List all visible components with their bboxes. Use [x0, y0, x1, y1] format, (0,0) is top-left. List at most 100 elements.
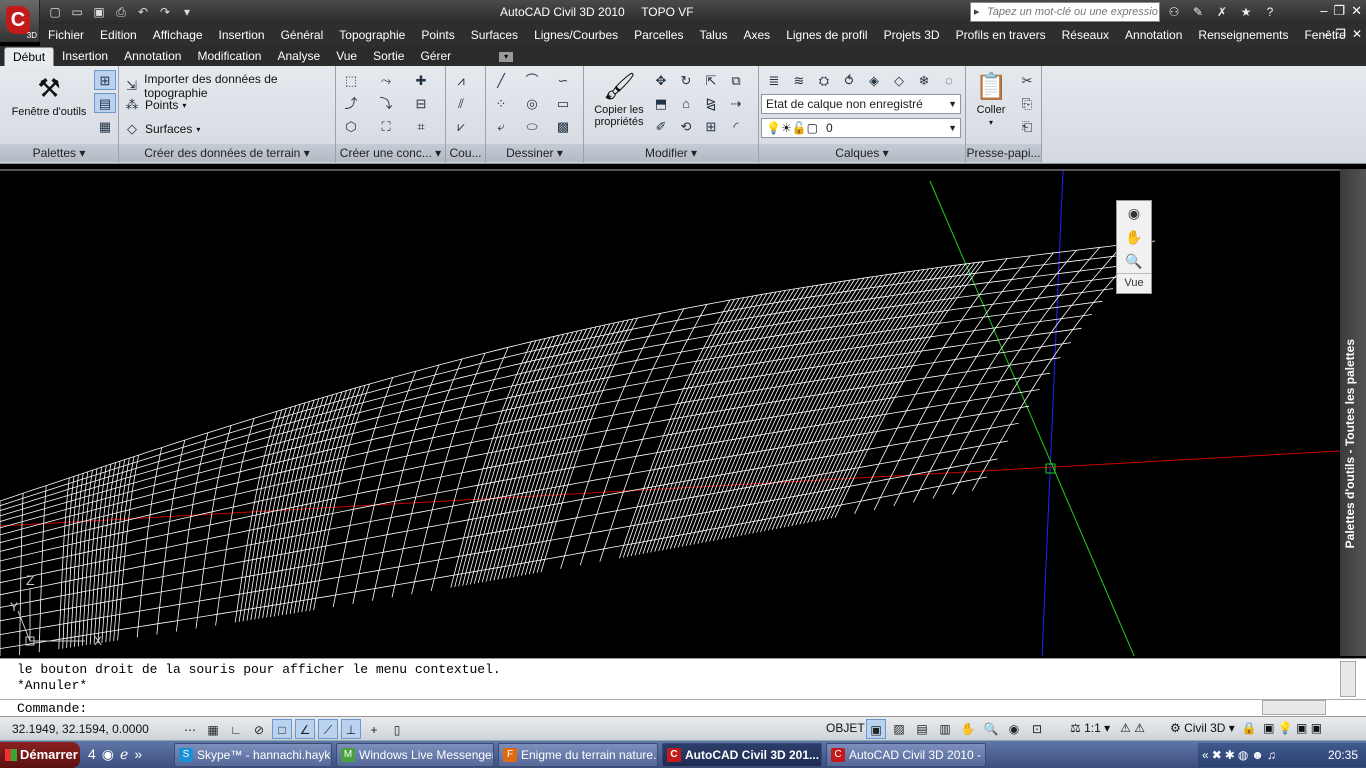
taskbar-item[interactable]: S Skype™ - hannachi.haykel — [174, 743, 332, 767]
fillet-icon[interactable]: ◜ — [725, 116, 747, 136]
panel-title-clipboard[interactable]: Presse-papi... — [966, 144, 1041, 162]
intersection-icon[interactable]: ✚ — [410, 70, 432, 90]
menu-item-parcelles[interactable]: Parcelles — [626, 28, 691, 42]
command-scrollbar[interactable] — [1340, 661, 1356, 697]
communication-center-icon[interactable]: ✎ — [1188, 3, 1208, 21]
layer-state-dropdown[interactable]: Etat de calque non enregistré ▼ — [761, 94, 961, 114]
menu-item-points[interactable]: Points — [413, 28, 462, 42]
command-hscrollbar[interactable] — [1262, 700, 1326, 715]
steering-wheel-icon[interactable]: ◉ — [1117, 201, 1151, 225]
panel-title-ground-data[interactable]: Créer des données de terrain ▾ — [119, 144, 335, 162]
tray-messenger-icon[interactable]: ☻ — [1251, 743, 1264, 767]
profile-view-icon[interactable]: ⩘ — [450, 70, 472, 90]
tray-app-icon[interactable]: ✱ — [1225, 743, 1235, 767]
taskbar-item[interactable]: F Enigme du terrain nature... — [498, 743, 658, 767]
zoom-icon[interactable]: 🔍 — [1117, 249, 1151, 273]
points-button[interactable]: ⁂ Points ▾ — [123, 96, 187, 114]
ribbon-minimize-icon[interactable]: ▾ — [499, 52, 514, 62]
rotate-icon[interactable]: ↻ — [675, 70, 697, 90]
start-button[interactable]: Démarrer — [0, 742, 80, 768]
polar-icon[interactable]: ⊘ — [249, 719, 269, 739]
panel-title-modify[interactable]: Modifier ▾ — [584, 144, 758, 162]
subscription-icon[interactable]: ✗ — [1212, 3, 1232, 21]
menu-item-affichage[interactable]: Affichage — [145, 28, 211, 42]
menu-item-annotation[interactable]: Annotation — [1117, 28, 1190, 42]
layer-isolate-icon[interactable]: ◈ — [863, 70, 885, 90]
otrack-icon[interactable]: ⟋ — [318, 719, 338, 739]
pan-status-icon[interactable]: ✋ — [958, 719, 978, 739]
help-search-input[interactable]: ▸ Tapez un mot-clé ou une expressio — [970, 2, 1160, 22]
taskbar-item[interactable]: M Windows Live Messenger — [336, 743, 494, 767]
polyline-icon[interactable]: ⌒ — [521, 70, 543, 90]
ducs-icon[interactable]: ⊥ — [341, 719, 361, 739]
move-icon[interactable]: ✥ — [650, 70, 672, 90]
favorites-star-icon[interactable]: ★ — [1236, 3, 1256, 21]
print-icon[interactable]: ⎙ — [112, 3, 130, 21]
layer-properties-icon[interactable]: ▦ — [94, 116, 116, 136]
snap-icon[interactable]: ⋯ — [180, 719, 200, 739]
menu-item-talus[interactable]: Talus — [691, 28, 735, 42]
properties-icon[interactable]: ▤ — [94, 93, 116, 113]
layer-freeze-icon[interactable]: ❄ — [913, 70, 935, 90]
zoom-status-icon[interactable]: 🔍 — [981, 719, 1001, 739]
line-icon[interactable]: ╱ — [490, 70, 512, 90]
current-layer-dropdown[interactable]: 💡☀🔓▢ 0 ▼ — [761, 118, 961, 138]
hatch-icon[interactable]: ▩ — [552, 116, 574, 136]
model-icon[interactable]: ▣ — [866, 719, 886, 739]
copy-icon[interactable]: ⧉ — [725, 70, 747, 90]
paste-button[interactable]: 📋 Coller ▾ — [968, 70, 1014, 128]
ortho-icon[interactable]: ∟ — [226, 719, 246, 739]
more-chevron-icon[interactable]: » — [134, 746, 142, 763]
dropdown-icon[interactable]: ▾ — [178, 3, 196, 21]
spline-icon[interactable]: ⤶ — [490, 116, 512, 136]
menu-item-lignes-de-profil[interactable]: Lignes de profil — [778, 28, 875, 42]
menu-item-profils-en-travers[interactable]: Profils en travers — [948, 28, 1054, 42]
surfaces-button[interactable]: ◇ Surfaces ▾ — [123, 120, 200, 138]
doc-close-icon[interactable]: ✕ — [1352, 27, 1362, 41]
menu-item-g-n-ral[interactable]: Général — [273, 28, 332, 42]
redo-icon[interactable]: ↷ — [156, 3, 174, 21]
layer-properties-icon[interactable]: ≣ — [763, 70, 785, 90]
menu-item-r-seaux[interactable]: Réseaux — [1054, 28, 1117, 42]
new-icon[interactable]: ▢ — [46, 3, 64, 21]
tray-expand-icon[interactable]: « — [1202, 743, 1209, 767]
section-icon[interactable]: ⌗ — [410, 116, 432, 136]
save-icon[interactable]: ▣ — [90, 3, 108, 21]
model-space-label[interactable]: OBJET — [826, 721, 865, 735]
copy-properties-button[interactable]: 🖌 Copier les propriétés — [588, 70, 650, 128]
tray-volume-icon[interactable]: ♫ — [1267, 743, 1276, 767]
quicklaunch-count[interactable]: 4 — [88, 746, 96, 763]
steering-status-icon[interactable]: ◉ — [1004, 719, 1024, 739]
parcel-icon[interactable]: ⬚ — [340, 70, 362, 90]
toolspace-icon[interactable]: ⊞ — [94, 70, 116, 90]
3d-osnap-icon[interactable]: ∠ — [295, 719, 315, 739]
offset-icon[interactable]: ⇢ — [725, 93, 747, 113]
menu-item-edition[interactable]: Edition — [92, 28, 145, 42]
menu-item-topographie[interactable]: Topographie — [331, 28, 413, 42]
menu-item-axes[interactable]: Axes — [736, 28, 779, 42]
tab-analyse[interactable]: Analyse — [269, 47, 328, 66]
cut-icon[interactable]: ✂ — [1016, 70, 1038, 90]
ie-icon[interactable]: ℯ — [120, 746, 128, 763]
rectangle-icon[interactable]: ▭ — [552, 93, 574, 113]
tab-sortie[interactable]: Sortie — [365, 47, 412, 66]
paste-special-icon[interactable]: ⎗ — [1016, 116, 1038, 136]
coordinates-readout[interactable]: 32.1949, 32.1594, 0.0000 — [12, 722, 149, 736]
application-menu-button[interactable]: C 3D — [0, 0, 40, 42]
menu-item-fichier[interactable]: Fichier — [40, 28, 92, 42]
erase-icon[interactable]: ✐ — [650, 116, 672, 136]
quickview-icon[interactable]: ▥ — [935, 719, 955, 739]
scale-icon[interactable]: ⇱ — [700, 70, 722, 90]
binoculars-icon[interactable]: ⚇ — [1164, 3, 1184, 21]
osnap-icon[interactable]: □ — [272, 719, 292, 739]
menu-item-surfaces[interactable]: Surfaces — [463, 28, 526, 42]
panel-title-layers[interactable]: Calques ▾ — [759, 144, 965, 162]
stretch-icon[interactable]: ⬒ — [650, 93, 672, 113]
tab-modification[interactable]: Modification — [189, 47, 269, 66]
copy-clip-icon[interactable]: ⎘ — [1016, 93, 1038, 113]
trim-icon[interactable]: ⌂ — [675, 93, 697, 113]
layer-states-icon[interactable]: ≋ — [788, 70, 810, 90]
quicklaunch-app-icon[interactable]: ◉ — [102, 746, 114, 763]
taskbar-item[interactable]: C AutoCAD Civil 3D 201... — [662, 743, 822, 767]
close-icon[interactable]: ✕ — [1351, 3, 1362, 19]
